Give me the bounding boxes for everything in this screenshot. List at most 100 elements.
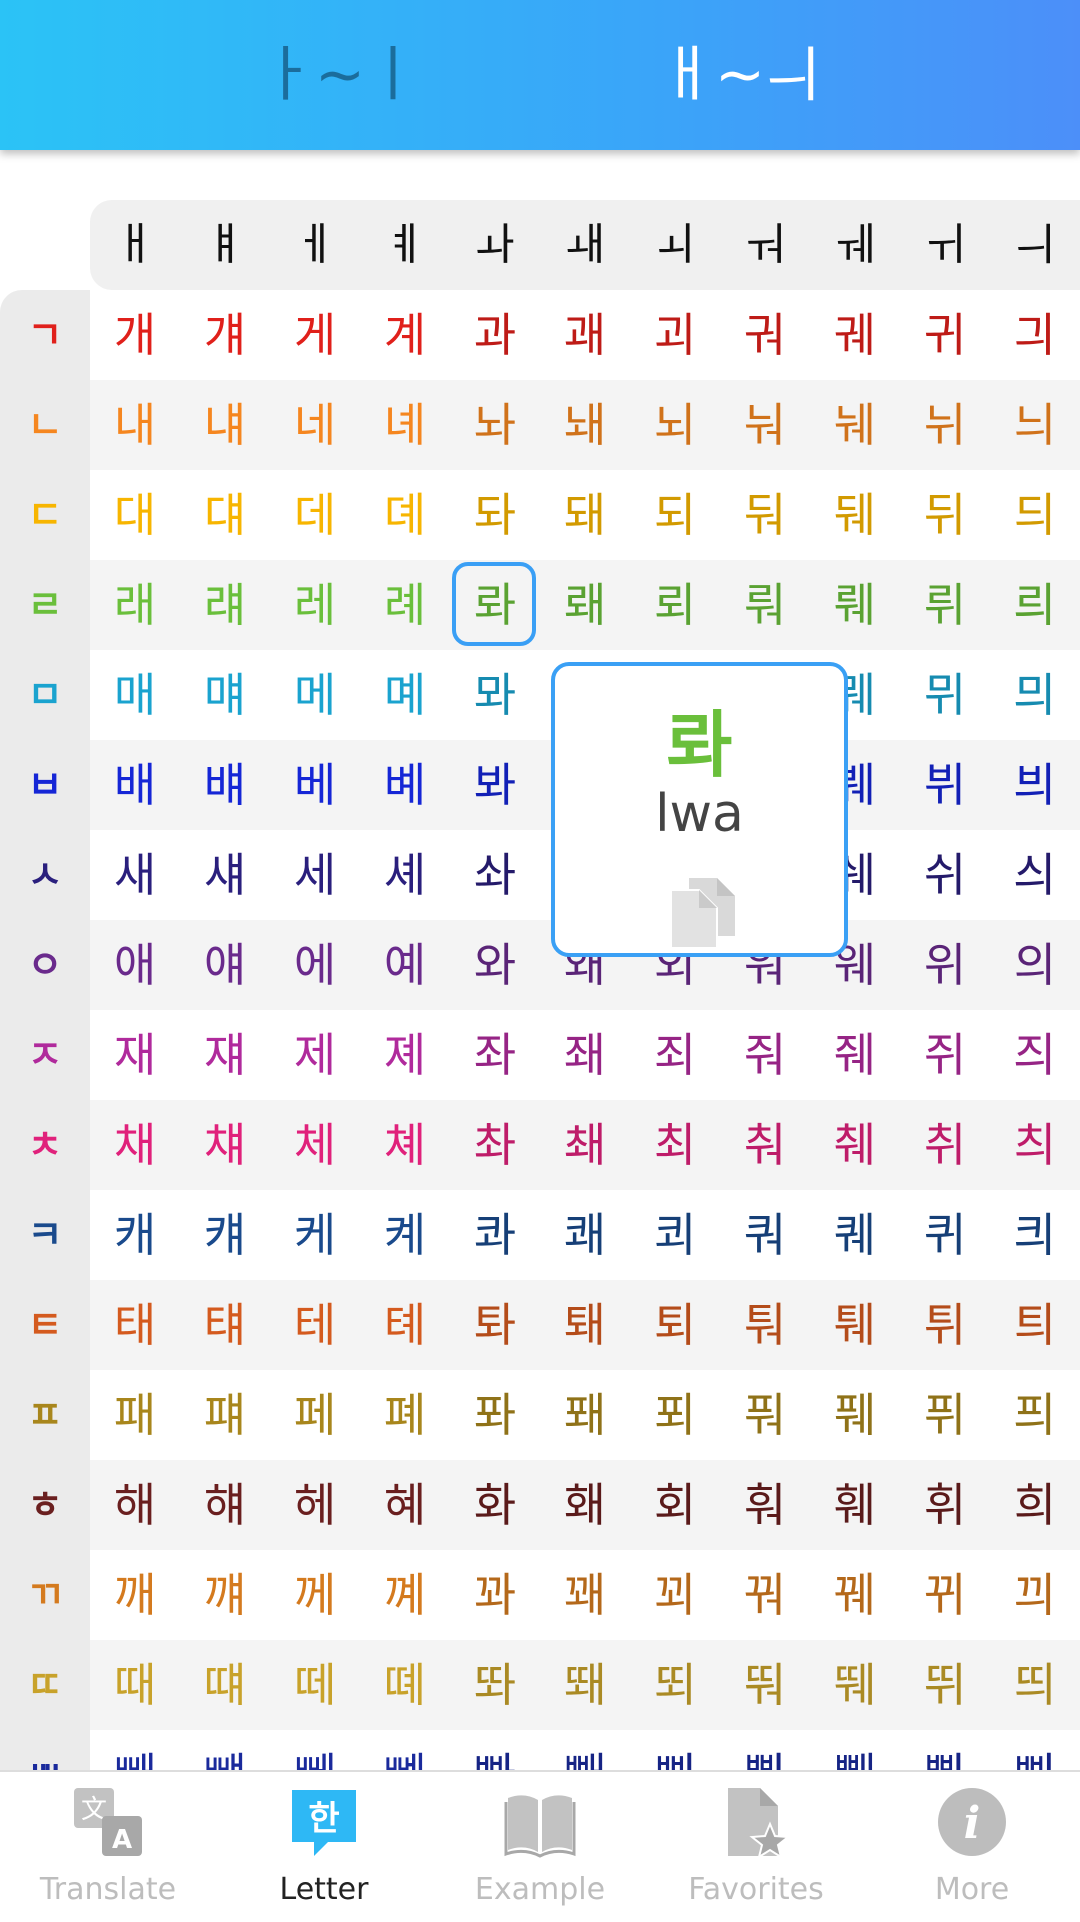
syllable-cell[interactable]: 뿨 xyxy=(720,1730,810,1770)
syllable-cell[interactable]: 먜 xyxy=(180,650,270,740)
syllable-cell[interactable]: 태 xyxy=(90,1280,180,1370)
syllable-cell[interactable]: 휘 xyxy=(900,1460,990,1550)
syllable-cell[interactable]: 퍠 xyxy=(180,1370,270,1460)
syllable-cell[interactable]: 세 xyxy=(270,830,360,920)
syllable-cell[interactable]: 취 xyxy=(900,1100,990,1190)
syllable-cell[interactable]: 뇌 xyxy=(630,380,720,470)
syllable-cell[interactable]: 볘 xyxy=(360,740,450,830)
consonant-header-11[interactable]: ㅌ xyxy=(0,1280,90,1370)
syllable-cell[interactable]: 눼 xyxy=(810,380,900,470)
syllable-cell[interactable]: 내 xyxy=(90,380,180,470)
consonant-header-3[interactable]: ㄹ xyxy=(0,560,90,650)
nav-more[interactable]: i More xyxy=(864,1772,1080,1922)
syllable-cell[interactable]: 돼 xyxy=(540,470,630,560)
syllable-cell[interactable]: 의 xyxy=(990,920,1080,1010)
syllable-cell[interactable]: 페 xyxy=(270,1370,360,1460)
syllable-cell[interactable]: 뒈 xyxy=(810,470,900,560)
syllable-cell[interactable]: 튀 xyxy=(900,1280,990,1370)
syllable-cell[interactable]: 줘 xyxy=(720,1010,810,1100)
vowel-header-3[interactable]: ㅖ xyxy=(360,200,450,290)
vowel-header-2[interactable]: ㅔ xyxy=(270,200,360,290)
syllable-cell[interactable]: 햬 xyxy=(180,1460,270,1550)
syllable-cell[interactable]: 뤠 xyxy=(810,560,900,650)
syllable-cell[interactable]: 재 xyxy=(90,1010,180,1100)
nav-letter[interactable]: 한 Letter xyxy=(216,1772,432,1922)
syllable-cell[interactable]: 켸 xyxy=(360,1190,450,1280)
syllable-cell[interactable]: 해 xyxy=(90,1460,180,1550)
consonant-header-6[interactable]: ㅅ xyxy=(0,830,90,920)
syllable-cell[interactable]: 긔 xyxy=(990,290,1080,380)
syllable-cell[interactable]: 꼐 xyxy=(360,1550,450,1640)
syllable-cell[interactable]: 솨 xyxy=(450,830,540,920)
syllable-cell[interactable]: 레 xyxy=(270,560,360,650)
syllable-cell[interactable]: 녜 xyxy=(360,380,450,470)
syllable-cell[interactable]: 좨 xyxy=(540,1010,630,1100)
consonant-header-15[interactable]: ㄸ xyxy=(0,1640,90,1730)
vowel-header-4[interactable]: ㅘ xyxy=(450,200,540,290)
syllable-cell[interactable]: 깨 xyxy=(90,1550,180,1640)
syllable-cell[interactable]: 래 xyxy=(90,560,180,650)
syllable-cell[interactable]: 퉤 xyxy=(810,1280,900,1370)
syllable-cell[interactable]: 게 xyxy=(270,290,360,380)
syllable-cell[interactable]: 퉈 xyxy=(720,1280,810,1370)
syllable-cell[interactable]: 뢔 xyxy=(540,560,630,650)
nav-example[interactable]: Example xyxy=(432,1772,648,1922)
syllable-cell[interactable]: 폐 xyxy=(360,1370,450,1460)
syllable-cell[interactable]: 댸 xyxy=(180,470,270,560)
syllable-cell[interactable]: 듸 xyxy=(990,470,1080,560)
syllable-cell[interactable]: 쵀 xyxy=(540,1100,630,1190)
syllable-cell[interactable]: 뷔 xyxy=(900,740,990,830)
syllable-cell[interactable]: 좌 xyxy=(450,1010,540,1100)
syllable-cell[interactable]: 섀 xyxy=(180,830,270,920)
syllable-cell[interactable]: 푀 xyxy=(630,1370,720,1460)
syllable-cell[interactable]: 제 xyxy=(270,1010,360,1100)
syllable-cell[interactable]: 뛰 xyxy=(900,1640,990,1730)
consonant-header-12[interactable]: ㅍ xyxy=(0,1370,90,1460)
syllable-cell[interactable]: 테 xyxy=(270,1280,360,1370)
syllable-cell[interactable]: 케 xyxy=(270,1190,360,1280)
syllable-cell[interactable]: 뮈 xyxy=(900,650,990,740)
syllable-cell[interactable]: 뒤 xyxy=(900,470,990,560)
syllable-cell[interactable]: 뀌 xyxy=(900,1550,990,1640)
syllable-cell[interactable]: 쥐 xyxy=(900,1010,990,1100)
consonant-header-13[interactable]: ㅎ xyxy=(0,1460,90,1550)
syllable-cell[interactable]: 쾨 xyxy=(630,1190,720,1280)
syllable-cell[interactable]: 쳬 xyxy=(360,1100,450,1190)
syllable-cell[interactable]: 빼 xyxy=(90,1730,180,1770)
syllable-cell[interactable]: 화 xyxy=(450,1460,540,1550)
syllable-cell[interactable]: 돠 xyxy=(450,470,540,560)
syllable-cell[interactable]: 츼 xyxy=(990,1100,1080,1190)
syllable-cell[interactable]: 뺴 xyxy=(180,1730,270,1770)
vowel-header-1[interactable]: ㅒ xyxy=(180,200,270,290)
syllable-cell[interactable]: 톼 xyxy=(450,1280,540,1370)
copy-icon[interactable] xyxy=(665,874,741,950)
syllable-cell[interactable]: 뼤 xyxy=(360,1730,450,1770)
syllable-cell[interactable]: 몌 xyxy=(360,650,450,740)
consonant-header-5[interactable]: ㅂ xyxy=(0,740,90,830)
syllable-cell[interactable]: 놔 xyxy=(450,380,540,470)
syllable-cell[interactable]: 쁴 xyxy=(990,1730,1080,1770)
syllable-cell[interactable]: 쀠 xyxy=(900,1730,990,1770)
syllable-cell[interactable]: 촤 xyxy=(450,1100,540,1190)
nav-favorites[interactable]: Favorites xyxy=(648,1772,864,1922)
syllable-cell[interactable]: 네 xyxy=(270,380,360,470)
syllable-cell[interactable]: 희 xyxy=(990,1460,1080,1550)
vowel-header-0[interactable]: ㅐ xyxy=(90,200,180,290)
syllable-cell[interactable]: 괘 xyxy=(540,290,630,380)
syllable-cell[interactable]: 계 xyxy=(360,290,450,380)
syllable-cell[interactable]: 쾌 xyxy=(540,1190,630,1280)
syllable-cell[interactable]: 개 xyxy=(90,290,180,380)
syllable-cell[interactable]: 풰 xyxy=(810,1370,900,1460)
syllable-cell[interactable]: 떄 xyxy=(180,1640,270,1730)
consonant-header-1[interactable]: ㄴ xyxy=(0,380,90,470)
consonant-header-0[interactable]: ㄱ xyxy=(0,290,90,380)
syllable-cell[interactable]: 퇘 xyxy=(540,1280,630,1370)
syllable-cell[interactable]: 헤 xyxy=(270,1460,360,1550)
syllable-cell[interactable]: 얘 xyxy=(180,920,270,1010)
syllable-cell[interactable]: 새 xyxy=(90,830,180,920)
syllable-cell[interactable]: 픠 xyxy=(990,1370,1080,1460)
syllable-cell[interactable]: 애 xyxy=(90,920,180,1010)
syllable-cell[interactable]: 뻬 xyxy=(270,1730,360,1770)
tab-compound-vowels[interactable]: ㅐ~ㅢ xyxy=(610,30,870,120)
consonant-header-2[interactable]: ㄷ xyxy=(0,470,90,560)
